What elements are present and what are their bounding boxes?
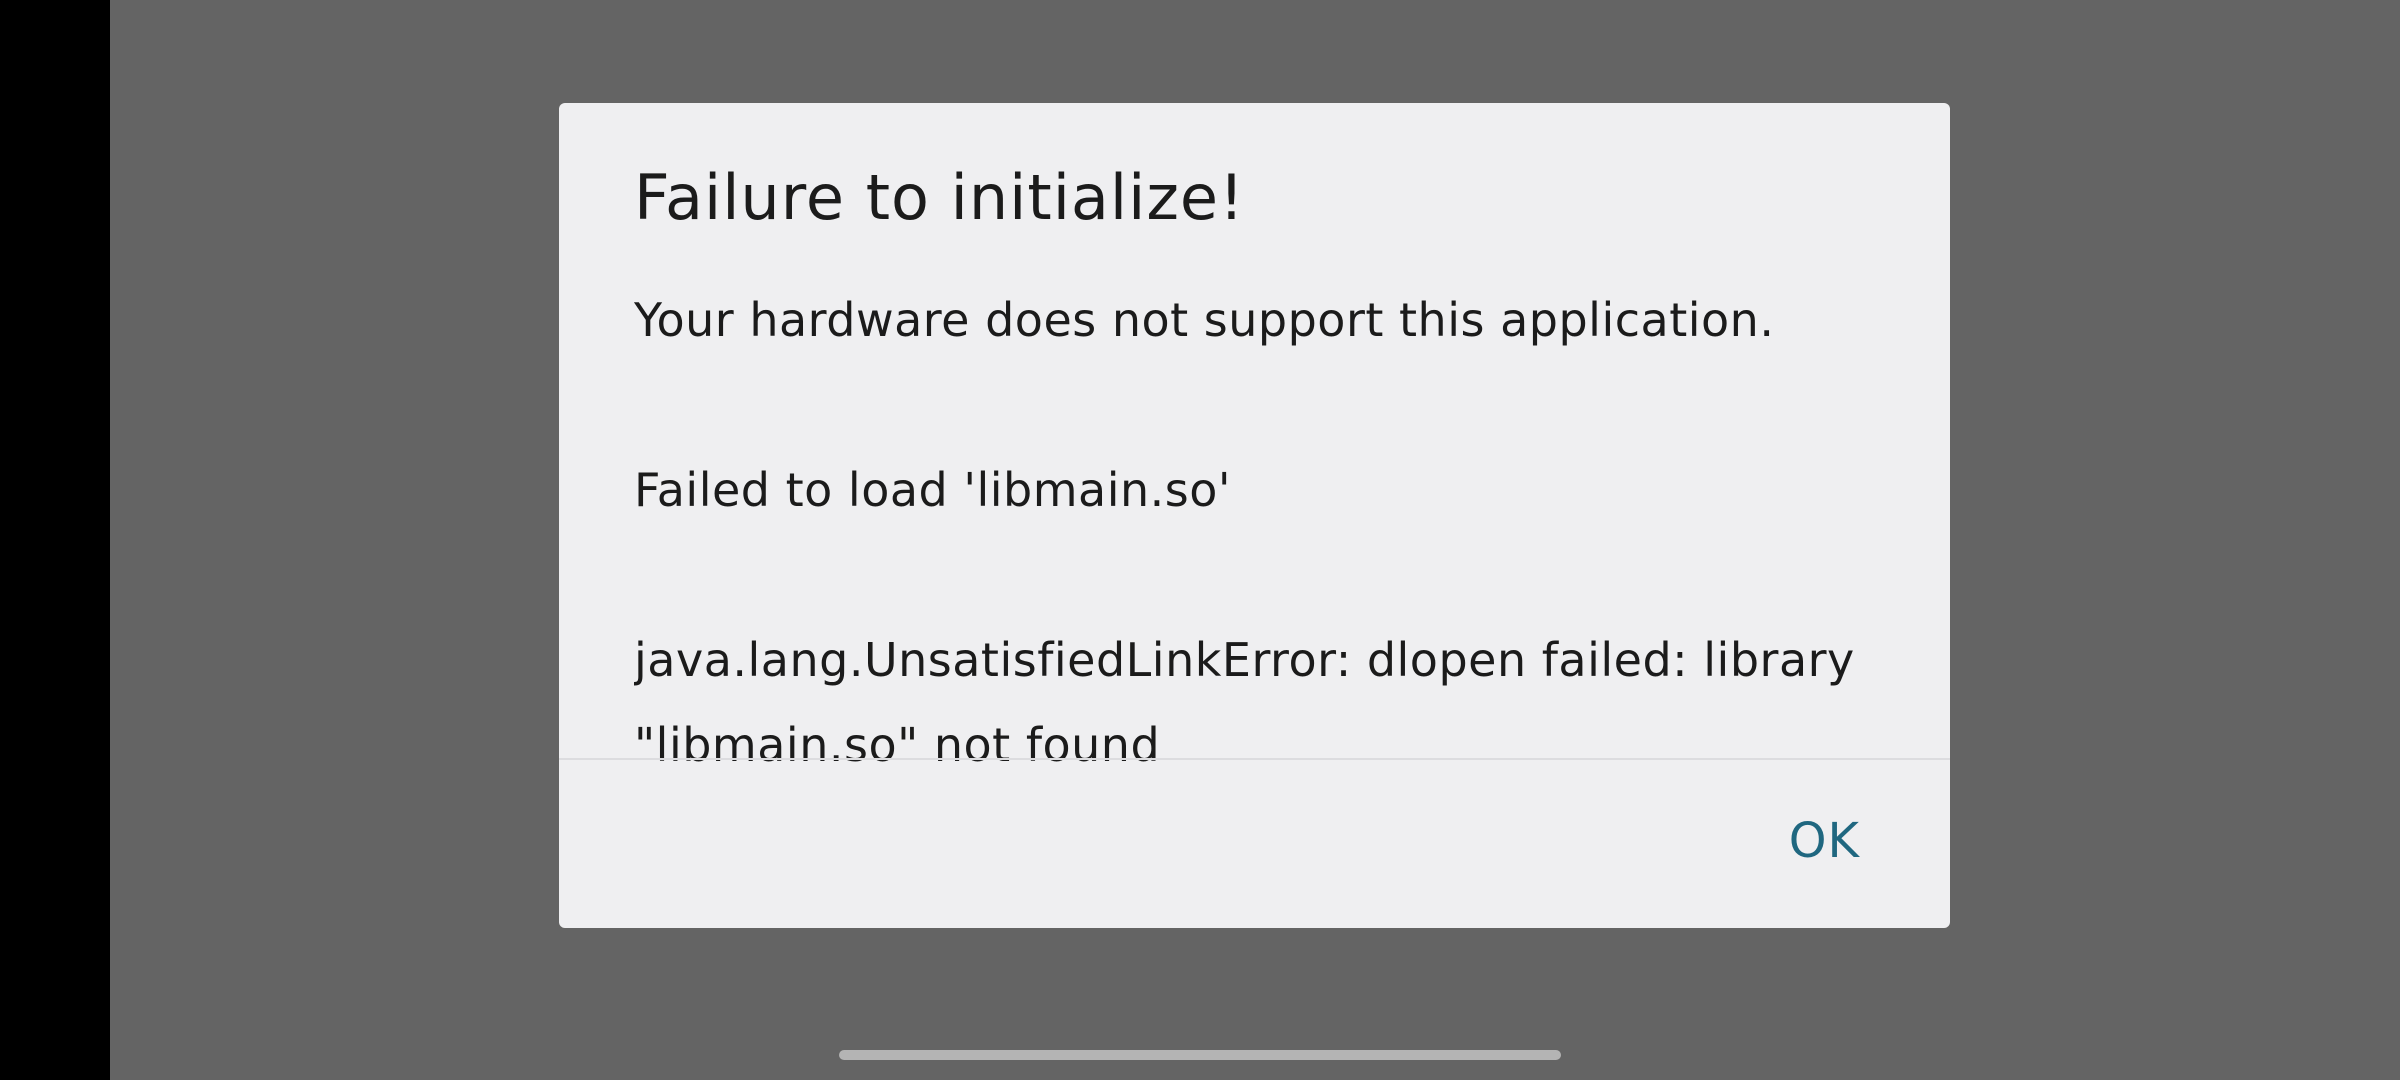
ok-button[interactable]: OK — [1789, 803, 1860, 879]
dialog-message: Your hardware does not support this appl… — [634, 278, 1894, 858]
message-exception: java.lang.UnsatisfiedLinkError: dlopen f… — [634, 633, 1870, 772]
message-load-failed: Failed to load 'libmain.so' — [634, 463, 1232, 517]
dialog-title: Failure to initialize! — [634, 161, 1245, 234]
left-system-bar — [0, 0, 110, 1080]
message-hardware-unsupported: Your hardware does not support this appl… — [634, 293, 1775, 347]
error-dialog: Failure to initialize! Your hardware doe… — [559, 103, 1950, 928]
home-indicator[interactable] — [839, 1050, 1561, 1060]
dialog-divider — [559, 758, 1950, 760]
